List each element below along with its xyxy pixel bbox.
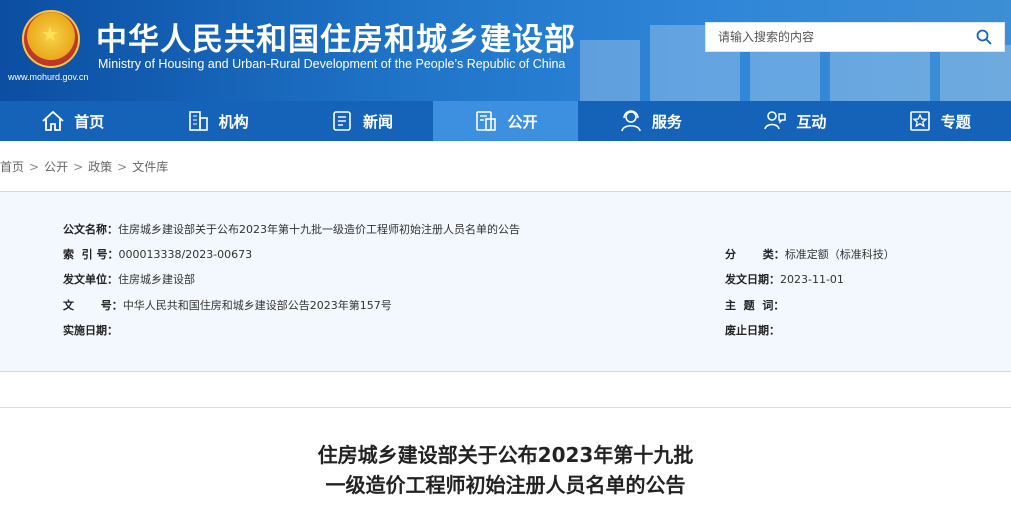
nav-item-org[interactable]: 机构 (144, 101, 288, 141)
meta-label: 分 类： (725, 248, 785, 261)
site-title[interactable]: 中华人民共和国住房和城乡建设部 (96, 14, 576, 59)
meta-label: 发文单位： (63, 273, 118, 286)
nav-label: 公开 (507, 112, 538, 131)
meta-value: 2023-11-01 (780, 273, 844, 286)
main-nav: 首页 机构 新闻 公开 服务 互动 专题 (0, 101, 1011, 141)
nav-item-news[interactable]: 新闻 (289, 101, 433, 141)
meta-label: 索 引 号： (63, 248, 119, 261)
meta-label: 主 题 词： (725, 299, 785, 312)
site-url[interactable]: www.mohurd.gov.cn (8, 72, 88, 82)
search-input[interactable] (706, 23, 968, 51)
meta-value: 中华人民共和国住房和城乡建设部公告2023年第157号 (122, 299, 392, 312)
breadcrumb: 首页 > 公开 > 政策 > 文件库 (0, 158, 168, 175)
meta-value: 住房城乡建设部关于公布2023年第十九批一级造价工程师初始注册人员名单的公告 (118, 223, 520, 236)
search-icon[interactable] (976, 29, 992, 45)
nav-label: 服务 (651, 112, 682, 131)
meta-label: 公文名称： (63, 223, 118, 236)
nav-label: 专题 (940, 112, 971, 131)
nav-item-service[interactable]: 服务 (578, 101, 722, 141)
meta-value: 000013338/2023-00673 (118, 248, 253, 261)
article-title: 住房城乡建设部关于公布2023年第十九批 一级造价工程师初始注册人员名单的公告 (0, 440, 1011, 500)
meta-date: 发文日期：2023-11-01 (725, 271, 844, 287)
meta-label: 实施日期： (63, 324, 118, 337)
site-subtitle: Ministry of Housing and Urban-Rural Deve… (98, 57, 566, 71)
nav-label: 新闻 (363, 112, 394, 131)
meta-label: 文 号： (63, 299, 123, 312)
meta-doc-number: 文 号：中华人民共和国住房和城乡建设部公告2023年第157号 (63, 297, 392, 313)
meta-value: 住房城乡建设部 (118, 273, 195, 286)
meta-effective-date: 实施日期： (63, 322, 118, 338)
article-title-line: 住房城乡建设部关于公布2023年第十九批 (317, 443, 694, 467)
breadcrumb-library[interactable]: 文件库 (132, 160, 168, 174)
meta-label: 废止日期： (725, 324, 780, 337)
article-title-line: 一级造价工程师初始注册人员名单的公告 (325, 473, 686, 497)
national-emblem-icon[interactable]: ★ (22, 10, 80, 68)
content-divider (0, 407, 1011, 408)
document-icon (476, 111, 497, 131)
document-metadata: 公文名称：住房城乡建设部关于公布2023年第十九批一级造价工程师初始注册人员名单… (0, 191, 1011, 372)
newspaper-icon (333, 111, 351, 131)
nav-label: 互动 (796, 112, 827, 131)
meta-label: 发文日期： (725, 273, 780, 286)
meta-expire-date: 废止日期： (725, 322, 780, 338)
breadcrumb-home[interactable]: 首页 (0, 160, 24, 174)
meta-doc-name: 公文名称：住房城乡建设部关于公布2023年第十九批一级造价工程师初始注册人员名单… (63, 221, 520, 237)
nav-item-interaction[interactable]: 互动 (722, 101, 866, 141)
interaction-icon (764, 111, 787, 130)
topic-icon (909, 111, 930, 131)
service-icon (621, 110, 641, 132)
nav-item-public[interactable]: 公开 (433, 101, 578, 141)
breadcrumb-separator: > (29, 160, 40, 174)
meta-issuer: 发文单位：住房城乡建设部 (63, 271, 195, 287)
breadcrumb-policy[interactable]: 政策 (88, 160, 112, 174)
search-box (705, 22, 1005, 52)
breadcrumb-public[interactable]: 公开 (44, 160, 68, 174)
meta-index: 索 引 号：000013338/2023-00673 (63, 246, 252, 262)
nav-item-topic[interactable]: 专题 (867, 101, 1011, 141)
nav-label: 首页 (74, 112, 105, 131)
nav-item-home[interactable]: 首页 (0, 101, 144, 141)
site-header: ★ www.mohurd.gov.cn 中华人民共和国住房和城乡建设部 Mini… (0, 0, 1011, 101)
meta-value: 标准定额（标准科技） (784, 248, 895, 261)
meta-keywords: 主 题 词： (725, 297, 784, 313)
meta-category: 分 类：标准定额（标准科技） (725, 246, 895, 262)
home-icon (42, 110, 64, 131)
nav-label: 机构 (218, 112, 249, 131)
building-icon (188, 111, 208, 131)
breadcrumb-separator: > (73, 160, 84, 174)
breadcrumb-separator: > (117, 160, 128, 174)
